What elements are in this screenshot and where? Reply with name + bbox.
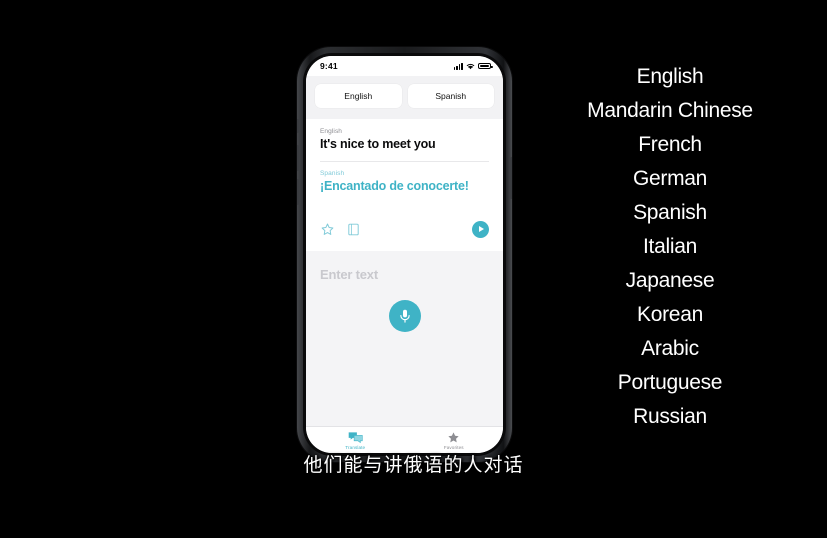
text-entry-area[interactable]: Enter text [306,250,503,426]
play-audio-button[interactable] [472,220,489,238]
status-bar-time: 9:41 [320,61,338,71]
play-icon [478,226,484,233]
language-item: Russian [633,405,707,428]
phone-bezel: 9:41 English Spanish English It's nice t… [303,53,506,456]
target-language-label: Spanish [435,91,467,101]
supported-languages-list: English Mandarin Chinese French German S… [520,60,820,434]
tab-translate[interactable]: Translate [306,431,405,450]
language-item: German [632,167,708,190]
microphone-icon [399,309,410,323]
subtitle-caption: 他们能与讲俄语的人对话 [303,454,524,476]
card-divider [320,161,489,162]
enter-text-placeholder: Enter text [320,266,378,282]
status-bar: 9:41 [306,56,503,76]
language-item: Mandarin Chinese [587,99,753,122]
screenshot-stage: 9:41 English Spanish English It's nice t… [0,0,827,538]
battery-icon [478,62,493,70]
tab-favorites-label: Favorites [443,444,464,450]
target-label: Spanish [320,170,345,177]
language-item: English [636,65,704,88]
language-switch-bar: English Spanish [306,76,503,119]
microphone-button[interactable] [388,299,421,332]
mute-switch[interactable] [297,119,299,133]
translation-card[interactable]: English It's nice to meet you Spanish ¡E… [306,119,503,251]
tab-translate-label: Translate [345,444,366,450]
volume-down-button[interactable] [297,179,299,205]
book-icon[interactable] [346,222,361,237]
language-item: French [638,133,702,156]
iphone-mockup: 9:41 English Spanish English It's nice t… [297,47,512,462]
card-actions [320,220,489,251]
tab-favorites[interactable]: Favorites [405,431,504,450]
target-language-button[interactable]: Spanish [407,84,494,108]
language-item: Italian [643,235,697,258]
language-item: Japanese [625,269,715,292]
language-item: Spanish [633,201,707,224]
language-item: Arabic [641,337,699,360]
star-filled-icon [448,431,459,442]
source-text: It's nice to meet you [320,137,436,151]
language-item: Korean [637,303,703,326]
language-item: Portuguese [617,371,723,394]
wifi-icon [466,63,475,69]
volume-up-button[interactable] [297,145,299,171]
source-label: English [320,128,343,135]
source-language-label: English [344,91,373,101]
cellular-signal-icon [453,62,463,70]
star-outline-icon[interactable] [320,222,335,237]
power-button[interactable] [510,157,512,199]
target-text: ¡Encantado de conocerte! [320,179,469,193]
tab-bar: Translate Favorites [306,426,503,453]
source-language-button[interactable]: English [315,84,402,108]
status-bar-indicators [453,62,493,70]
phone-body: 9:41 English Spanish English It's nice t… [297,47,512,462]
speech-bubbles-icon [348,431,363,443]
phone-screen: 9:41 English Spanish English It's nice t… [306,56,503,453]
